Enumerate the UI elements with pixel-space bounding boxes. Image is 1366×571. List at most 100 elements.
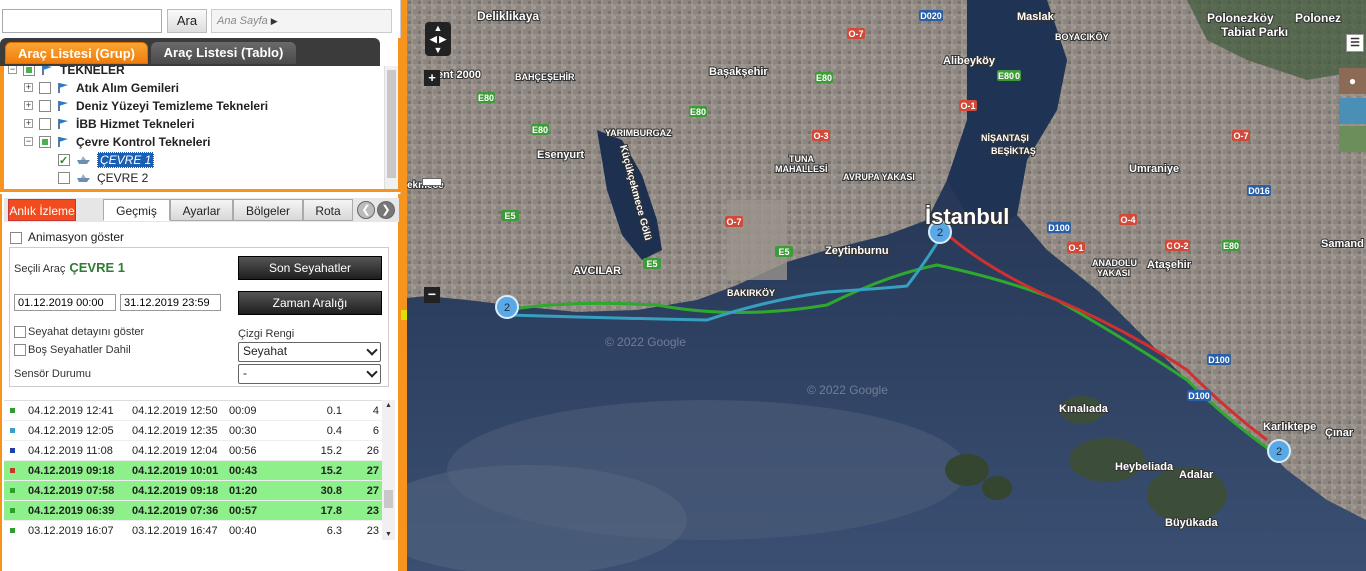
road-shield-label: D020 xyxy=(920,11,942,21)
minus-icon[interactable]: − xyxy=(428,286,436,302)
map-canvas[interactable]: 2 2 2 Deliklikaya Başakşehir Esenyurt YA… xyxy=(407,0,1366,571)
island-small xyxy=(945,454,989,486)
search-input[interactable] xyxy=(2,9,162,33)
map-pan-control[interactable]: ▲ ◀ ▶ ▼ xyxy=(425,22,451,56)
road-shield-label: D100 xyxy=(1208,355,1230,365)
trip-row[interactable]: 03.12.2019 16:07 03.12.2019 16:47 00:40 6.3… xyxy=(4,521,382,540)
tree-group-ibb[interactable]: + İBB Hizmet Tekneleri xyxy=(24,114,194,132)
flag-icon xyxy=(58,100,68,111)
trip-start: 04.12.2019 06:39 xyxy=(28,505,115,517)
map-label: Alibeyköy xyxy=(943,55,996,67)
map-label: Çınar xyxy=(1325,427,1354,439)
animation-toggle[interactable]: Animasyon göster xyxy=(10,230,124,244)
tab-route[interactable]: Rota xyxy=(303,199,353,221)
map-label: Karlıktepe xyxy=(1263,421,1316,433)
road-shield-label: E80 xyxy=(478,93,494,103)
road-shield-label: E5 xyxy=(504,211,515,221)
recent-trips-button[interactable]: Son Seyahatler xyxy=(238,256,382,280)
tree-root[interactable]: − TEKNELER xyxy=(8,66,125,78)
tab-next-icon[interactable]: ❯ xyxy=(377,201,395,219)
terrain-button[interactable] xyxy=(1339,126,1366,152)
tab-vehicle-list-group[interactable]: Araç Listesi (Grup) xyxy=(5,42,148,64)
time-range-button[interactable]: Zaman Aralığı xyxy=(238,291,382,315)
scrollbar-thumb[interactable] xyxy=(387,70,396,178)
layers-button[interactable]: ☰ xyxy=(1346,34,1364,52)
map-label: BAKIRKÖY xyxy=(727,288,775,298)
layers-icon[interactable]: ☰ xyxy=(1350,37,1360,49)
tree-checkbox[interactable] xyxy=(39,81,51,94)
breadcrumb[interactable]: Ana Sayfa ▶ xyxy=(211,9,392,33)
road-shield-label: E80 xyxy=(690,107,706,117)
pan-arrows-icon[interactable]: ▲ ◀ ▶ ▼ xyxy=(430,23,446,55)
map-label: BOYACIKÖY xyxy=(1055,32,1109,42)
road-shield-label: O-7 xyxy=(848,29,863,39)
tree-checkbox[interactable] xyxy=(23,66,35,76)
map-type-button[interactable] xyxy=(1339,98,1366,124)
search-button[interactable]: Ara xyxy=(167,9,207,33)
zoom-out-button[interactable]: − xyxy=(424,287,440,303)
trip-detail-toggle[interactable]: Seyahat detayını göster xyxy=(14,326,145,339)
scroll-up-icon[interactable]: ▲ xyxy=(385,402,392,409)
road-shield-label: O-7 xyxy=(1233,131,1248,141)
tree-checkbox[interactable] xyxy=(39,99,51,112)
pegman-icon[interactable]: ● xyxy=(1349,74,1356,88)
road-shield-label: E80 xyxy=(532,125,548,135)
trip-distance: 30.8 xyxy=(320,485,342,497)
trip-row[interactable]: 04.12.2019 06:39 04.12.2019 07:36 00:57 17.… xyxy=(4,501,382,521)
trip-detail-label: Seyahat detayını göster xyxy=(28,326,145,338)
tree-vehicle-cevre2[interactable]: ÇEVRE 2 xyxy=(58,168,148,186)
empty-trips-toggle[interactable]: Boş Seyahatler Dahil xyxy=(14,344,131,357)
vehicle-tree: − TEKNELER + Atık Alım Gemileri + Deniz Yüz… xyxy=(0,66,398,192)
tab-prev-icon[interactable]: ❮ xyxy=(357,201,375,219)
zoom-slider-track[interactable] xyxy=(431,86,435,286)
zoom-in-button[interactable]: + xyxy=(424,70,440,86)
scroll-down-icon[interactable]: ▼ xyxy=(385,531,392,538)
trip-row[interactable]: 04.12.2019 12:05 04.12.2019 12:35 00:30 0.4… xyxy=(4,421,382,441)
map-watermark: © 2022 Google xyxy=(807,383,888,397)
plus-icon[interactable]: + xyxy=(428,70,436,85)
tree-vehicle-cevre1[interactable]: ÇEVRE 1 xyxy=(58,150,155,170)
empty-trips-checkbox[interactable] xyxy=(14,344,26,357)
flag-icon xyxy=(58,136,68,147)
tab-settings[interactable]: Ayarlar xyxy=(170,199,233,221)
trip-duration: 00:57 xyxy=(229,505,258,517)
collapse-icon[interactable]: − xyxy=(24,137,33,147)
trip-row[interactable]: 04.12.2019 12:41 04.12.2019 12:50 00:09 0.1… xyxy=(4,401,382,421)
tree-checkbox[interactable] xyxy=(39,135,51,148)
map-label: Polonezköy xyxy=(1207,11,1274,25)
tree-group-atik[interactable]: + Atık Alım Gemileri xyxy=(24,78,179,96)
start-date-input[interactable] xyxy=(14,294,116,311)
expand-icon[interactable]: + xyxy=(24,83,33,93)
trip-row[interactable]: 04.12.2019 09:18 04.12.2019 10:01 00:43 15.… xyxy=(4,461,382,481)
cluster-marker-3[interactable]: 2 xyxy=(1267,439,1291,463)
tab-history[interactable]: Geçmiş xyxy=(103,199,170,221)
tree-checkbox[interactable] xyxy=(58,152,70,170)
line-color-select[interactable]: Seyahat xyxy=(238,342,381,362)
tree-group-cevre[interactable]: − Çevre Kontrol Tekneleri xyxy=(24,132,210,150)
expand-icon[interactable]: + xyxy=(24,119,33,129)
tab-regions[interactable]: Bölgeler xyxy=(233,199,303,221)
expand-icon[interactable]: + xyxy=(24,101,33,111)
zoom-slider-thumb[interactable] xyxy=(422,178,442,186)
tree-checkbox[interactable] xyxy=(58,171,70,184)
trip-row[interactable]: 04.12.2019 11:08 04.12.2019 12:04 00:56 15.… xyxy=(4,441,382,461)
tree-scrollbar[interactable] xyxy=(384,66,398,189)
end-date-input[interactable] xyxy=(120,294,221,311)
sensor-status-select[interactable]: - xyxy=(238,364,381,384)
trip-color-icon xyxy=(10,448,15,453)
animation-checkbox[interactable] xyxy=(10,231,22,244)
tree-group-deniz[interactable]: + Deniz Yüzeyi Temizleme Tekneleri xyxy=(24,96,268,114)
map-view[interactable]: 2 2 2 Deliklikaya Başakşehir Esenyurt YA… xyxy=(407,0,1366,571)
trip-row[interactable]: 04.12.2019 07:58 04.12.2019 09:18 01:20 30.… xyxy=(4,481,382,501)
tab-live-tracking[interactable]: Anlık İzleme xyxy=(8,199,76,221)
collapse-icon[interactable]: − xyxy=(8,66,17,75)
scrollbar-thumb[interactable] xyxy=(384,490,393,508)
trip-detail-checkbox[interactable] xyxy=(14,326,26,339)
street-view-button[interactable]: ● xyxy=(1339,68,1366,94)
tree-checkbox[interactable] xyxy=(39,117,51,130)
trip-table-scrollbar[interactable]: ▲ ▼ xyxy=(382,400,395,540)
boat-icon xyxy=(77,173,90,182)
cluster-marker-1[interactable]: 2 xyxy=(495,295,519,319)
tab-vehicle-list-table[interactable]: Araç Listesi (Tablo) xyxy=(151,42,296,64)
tree-root-label: TEKNELER xyxy=(60,66,125,77)
